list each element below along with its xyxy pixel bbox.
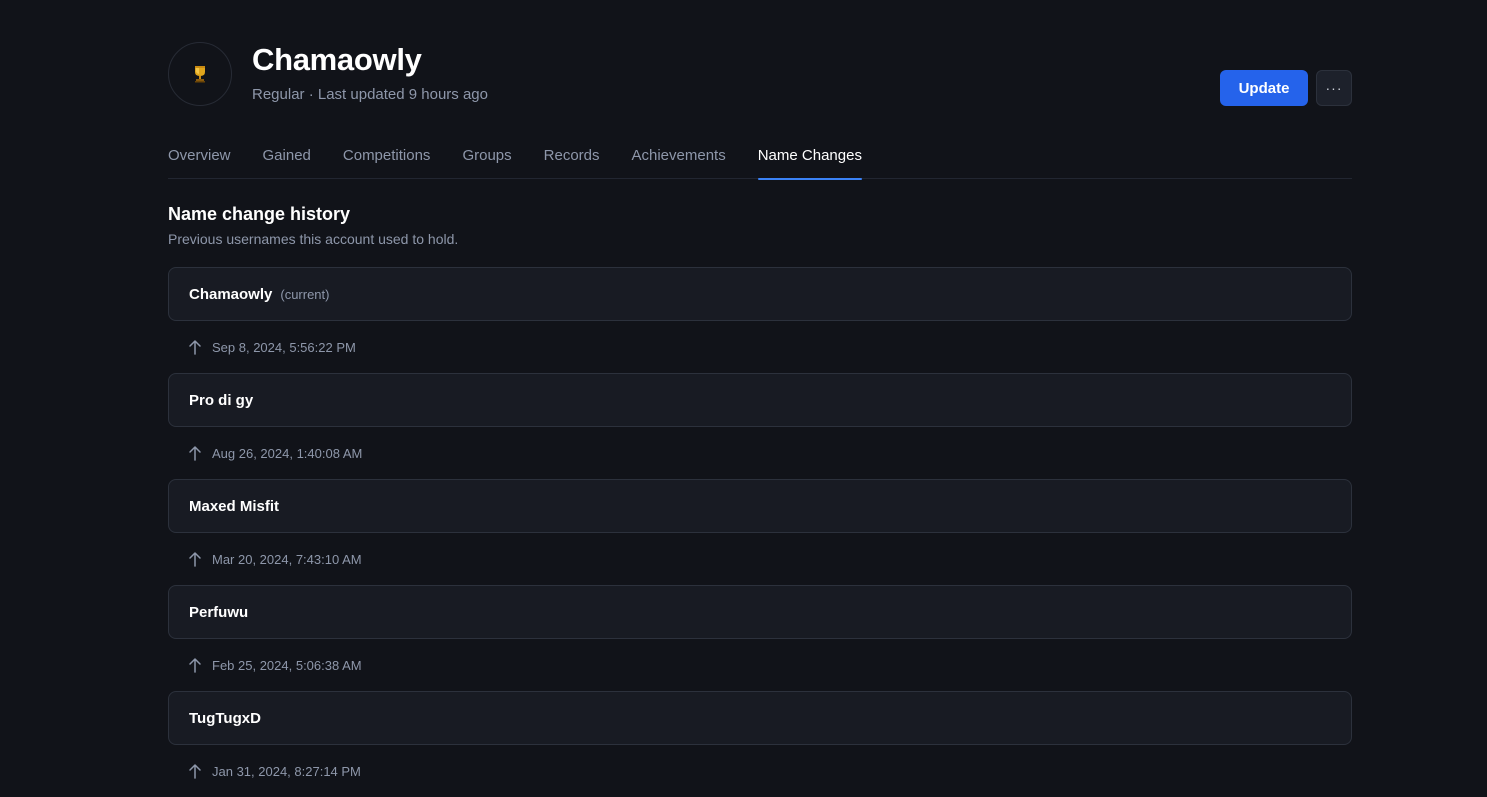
tab-achievements[interactable]: Achievements bbox=[632, 130, 726, 179]
tab-competitions[interactable]: Competitions bbox=[343, 130, 431, 179]
name-card: Chamaowly (current) bbox=[168, 267, 1352, 321]
page-container: Chamaowly Regular · Last updated 9 hours… bbox=[168, 0, 1352, 779]
tab-name-changes[interactable]: Name Changes bbox=[757, 130, 863, 180]
change-date: Mar 20, 2024, 7:43:10 AM bbox=[212, 551, 362, 567]
tab-overview[interactable]: Overview bbox=[168, 130, 231, 179]
name-change-row: Jan 31, 2024, 8:27:14 PM bbox=[168, 745, 1352, 797]
section-title: Name change history bbox=[168, 204, 351, 224]
section-description: Previous usernames this account used to … bbox=[168, 231, 459, 247]
name-card: Perfuwu bbox=[168, 585, 1352, 639]
update-button[interactable]: Update bbox=[1220, 70, 1308, 106]
username: Maxed Misfit bbox=[189, 497, 280, 515]
current-badge: (current) bbox=[280, 286, 330, 302]
tab-gained[interactable]: Gained bbox=[263, 130, 311, 179]
arrow-up-icon bbox=[189, 340, 201, 355]
username: TugTugxD bbox=[189, 709, 261, 727]
player-subtitle: Regular · Last updated 9 hours ago bbox=[252, 86, 488, 103]
tab-records[interactable]: Records bbox=[544, 130, 600, 179]
more-options-button[interactable]: ··· bbox=[1316, 70, 1352, 106]
avatar bbox=[168, 42, 232, 106]
profile-tabs: Overview Gained Competitions Groups Reco… bbox=[168, 130, 1352, 180]
name-card: Pro di gy bbox=[168, 373, 1352, 427]
name-card: Maxed Misfit bbox=[168, 479, 1352, 533]
name-change-row: Feb 25, 2024, 5:06:38 AM bbox=[168, 639, 1352, 691]
ellipsis-icon: ··· bbox=[1325, 80, 1343, 96]
name-change-row: Sep 8, 2024, 5:56:22 PM bbox=[168, 321, 1352, 373]
arrow-up-icon bbox=[189, 446, 201, 461]
name-history-list: Chamaowly (current) Sep 8, 2024, 5:56:22… bbox=[168, 267, 1352, 797]
tab-groups[interactable]: Groups bbox=[462, 130, 511, 179]
name-change-row: Mar 20, 2024, 7:43:10 AM bbox=[168, 533, 1352, 585]
change-date: Feb 25, 2024, 5:06:38 AM bbox=[212, 657, 362, 673]
trophy-icon bbox=[195, 66, 205, 83]
name-card: TugTugxD bbox=[168, 691, 1352, 745]
change-date: Sep 8, 2024, 5:56:22 PM bbox=[212, 339, 356, 355]
change-date: Jan 31, 2024, 8:27:14 PM bbox=[212, 763, 361, 779]
arrow-up-icon bbox=[189, 552, 201, 567]
username: Perfuwu bbox=[189, 603, 249, 621]
username: Pro di gy bbox=[189, 391, 254, 409]
arrow-up-icon bbox=[189, 764, 201, 779]
change-date: Aug 26, 2024, 1:40:08 AM bbox=[212, 445, 363, 461]
name-change-row: Aug 26, 2024, 1:40:08 AM bbox=[168, 427, 1352, 479]
arrow-up-icon bbox=[189, 658, 201, 673]
profile-header: Chamaowly Regular · Last updated 9 hours… bbox=[168, 0, 1352, 130]
player-name: Chamaowly bbox=[252, 42, 422, 77]
username: Chamaowly bbox=[189, 285, 273, 303]
